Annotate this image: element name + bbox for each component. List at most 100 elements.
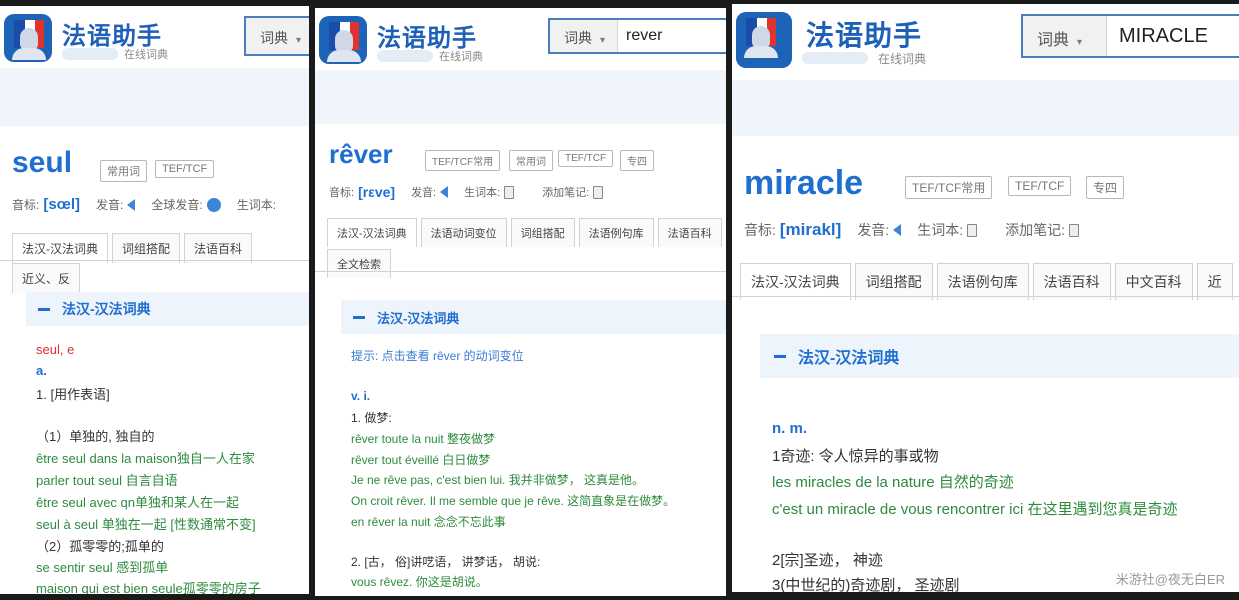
entry-line: c'est un miracle de vous rencontrer ici … bbox=[772, 501, 1178, 518]
entry-line: se sentir seul 感到孤单 bbox=[36, 560, 169, 575]
chevron-down-icon: ▾ bbox=[600, 35, 606, 46]
tag-tef: TEF/TCF bbox=[155, 160, 215, 178]
entry-line: （1）单独的, 独自的 bbox=[36, 429, 155, 444]
search-type-select[interactable]: 词典 ▾ bbox=[246, 18, 309, 54]
tag-tef: TEF/TCF bbox=[1008, 176, 1072, 196]
watermark: 米游社@夜无白ER bbox=[1115, 572, 1225, 587]
globe-icon[interactable] bbox=[206, 197, 221, 212]
entry-line: （2）孤零零的;孤单的 bbox=[36, 539, 164, 554]
tab-fulltext[interactable]: 全文检索 bbox=[327, 249, 391, 278]
conjugation-hint-link[interactable]: 提示: 点击查看 rêver 的动词变位 bbox=[351, 347, 524, 364]
tag-tef-common: TEF/TCF常用 bbox=[425, 150, 501, 171]
chevron-down-icon: ▾ bbox=[1077, 37, 1083, 48]
tab-bar: 法汉-汉法词典 法语动词变位 词组搭配 法语例句库 法语百科 全文检索 bbox=[327, 218, 726, 278]
app-logo-icon[interactable] bbox=[736, 12, 792, 68]
entry-line: 1. [用作表语] bbox=[36, 387, 110, 402]
entry-line: rêver tout éveillé 白日做梦 bbox=[351, 453, 491, 467]
entry-line: être seul dans la maison独自一人在家 bbox=[36, 451, 255, 466]
word-meta: 音标: [sœl] 发音: 全球发音: 生词本: bbox=[12, 196, 277, 213]
tab-phrases[interactable]: 词组搭配 bbox=[112, 233, 181, 263]
section-header[interactable]: 法汉-汉法词典 bbox=[341, 300, 726, 334]
headword: seul bbox=[12, 146, 73, 179]
tag-tef: TEF/TCF bbox=[558, 150, 614, 167]
speaker-icon[interactable] bbox=[127, 198, 136, 211]
tab-encyclopedia[interactable]: 法语百科 bbox=[1032, 263, 1111, 300]
app-subtitle: 在线词典 bbox=[439, 51, 483, 63]
phonetic: [sœl] bbox=[43, 196, 81, 213]
tag-tef-common: TEF/TCF常用 bbox=[905, 176, 993, 199]
tag-common: 常用词 bbox=[509, 150, 553, 171]
headword: miracle bbox=[744, 164, 864, 202]
search-type-select[interactable]: 词典 ▾ bbox=[550, 20, 618, 52]
tab-phrases[interactable]: 词组搭配 bbox=[854, 263, 933, 300]
banner-band bbox=[315, 70, 726, 124]
tab-phrases[interactable]: 词组搭配 bbox=[510, 218, 575, 247]
section-header[interactable]: 法汉-汉法词典 bbox=[26, 292, 309, 326]
tab-examples[interactable]: 法语例句库 bbox=[936, 263, 1029, 300]
tab-bar: 法汉-汉法词典 词组搭配 法语百科 近义、反 bbox=[12, 233, 309, 293]
entry-line: être seul avec qn单独和某人在一起 bbox=[36, 495, 240, 510]
entry-line: les miracles de la nature 自然的奇迹 bbox=[772, 474, 1014, 491]
entry-line: maison qui est bien seule孤零零的房子 bbox=[36, 581, 261, 594]
entry-line: n. m. bbox=[772, 420, 808, 437]
tab-chinese-encyclopedia[interactable]: 中文百科 bbox=[1114, 263, 1193, 300]
tag-common: 常用词 bbox=[100, 160, 147, 182]
app-header: 法语助手 在线词典 词典 ▾ rever bbox=[315, 8, 726, 70]
tab-dictionary[interactable]: 法汉-汉法词典 bbox=[12, 233, 108, 263]
entry-line: v. i. bbox=[351, 389, 371, 403]
app-subtitle: 在线词典 bbox=[124, 49, 168, 61]
search-box[interactable]: 词典 ▾ MIRACLE bbox=[1021, 14, 1239, 58]
search-input[interactable]: MIRACLE bbox=[1119, 25, 1208, 48]
speaker-icon[interactable] bbox=[440, 186, 449, 198]
tab-encyclopedia[interactable]: 法语百科 bbox=[657, 218, 722, 247]
blurred-text bbox=[62, 48, 118, 60]
tag-level4: 专四 bbox=[620, 150, 654, 171]
app-subtitle: 在线词典 bbox=[878, 52, 927, 66]
entry-line: rêver toute la nuit 整夜做梦 bbox=[351, 432, 496, 446]
search-box[interactable]: 词典 ▾ rever bbox=[548, 18, 726, 54]
entry-line: seul à seul 单独在一起 [性数通常不变] bbox=[36, 517, 256, 532]
tab-dictionary[interactable]: 法汉-汉法词典 bbox=[327, 218, 417, 247]
word-meta: 音标: [mirakl] 发音: 生词本: 添加笔记: bbox=[744, 220, 1083, 240]
notebook-icon[interactable] bbox=[504, 185, 515, 199]
banner-band bbox=[732, 80, 1239, 136]
panel-seul: 法语助手 在线词典 词典 ▾ seul 常用词 TEF/TCF 音标: [sœl] … bbox=[0, 6, 309, 594]
tab-conjugation[interactable]: 法语动词变位 bbox=[420, 218, 507, 247]
note-icon[interactable] bbox=[1068, 223, 1079, 237]
search-box[interactable]: 词典 ▾ bbox=[244, 16, 309, 56]
notebook-icon[interactable] bbox=[967, 223, 978, 237]
section-header[interactable]: 法汉-汉法词典 bbox=[760, 334, 1239, 378]
chevron-down-icon: ▾ bbox=[296, 35, 302, 46]
entry-line: a. bbox=[36, 363, 47, 378]
entry-line: 1. 做梦: bbox=[351, 411, 392, 425]
entry-line: seul, e bbox=[36, 342, 75, 357]
tab-encyclopedia[interactable]: 法语百科 bbox=[184, 233, 253, 263]
app-title: 法语助手 bbox=[806, 20, 923, 51]
headword: rêver bbox=[329, 139, 393, 169]
collapse-icon bbox=[353, 315, 365, 319]
entry-line: On croit rêver. Il me semble que je rêve… bbox=[351, 494, 676, 508]
search-input[interactable]: rever bbox=[626, 27, 662, 45]
search-type-select[interactable]: 词典 ▾ bbox=[1023, 16, 1107, 56]
banner-band bbox=[0, 68, 309, 126]
tab-synonyms[interactable]: 近 bbox=[1196, 263, 1233, 300]
phonetic: [mirakl] bbox=[779, 220, 842, 239]
entry-line: en rêver la nuit 念念不忘此事 bbox=[351, 515, 506, 529]
tab-bar: 法汉-汉法词典 词组搭配 法语例句库 法语百科 中文百科 近 bbox=[740, 263, 1239, 300]
speaker-icon[interactable] bbox=[893, 224, 902, 236]
entry-line: Je ne rêve pas, c'est bien lui. 我并非做梦， 这… bbox=[351, 473, 645, 487]
word-meta: 音标: [rεve] 发音: 生词本: 添加笔记: bbox=[329, 184, 607, 200]
note-icon[interactable] bbox=[593, 185, 604, 199]
entry-line: 1奇迹: 令人惊异的事或物 bbox=[772, 448, 939, 465]
entry-line: 2. [古， 俗]讲呓语， 讲梦话， 胡说: bbox=[351, 555, 541, 569]
collapse-icon bbox=[774, 354, 786, 358]
app-logo-icon[interactable] bbox=[4, 14, 52, 62]
tab-synonyms[interactable]: 近义、反 bbox=[12, 263, 81, 293]
tab-examples[interactable]: 法语例句库 bbox=[578, 218, 654, 247]
tab-dictionary[interactable]: 法汉-汉法词典 bbox=[740, 263, 851, 300]
entry-line: vous rêvez. 你这是胡说。 bbox=[351, 575, 488, 589]
app-header: 法语助手 在线词典 词典 ▾ MIRACLE bbox=[732, 4, 1239, 80]
app-logo-icon[interactable] bbox=[319, 16, 367, 64]
app-header: 法语助手 在线词典 词典 ▾ bbox=[0, 6, 309, 68]
entry-line: parler tout seul 自言自语 bbox=[36, 473, 178, 488]
